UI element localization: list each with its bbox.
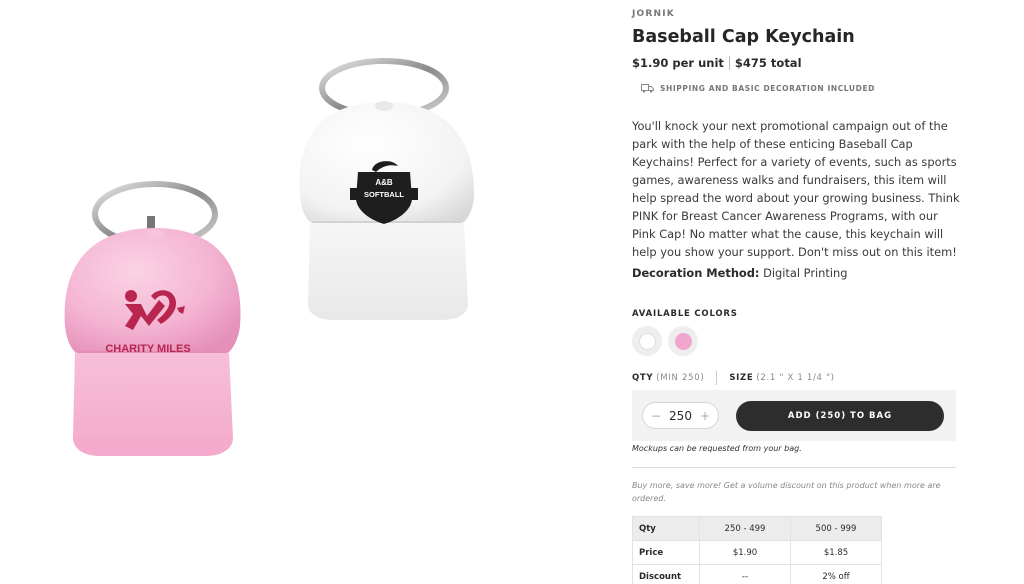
- shipping-note-text: SHIPPING AND BASIC DECORATION INCLUDED: [660, 84, 875, 93]
- qty-min: (MIN 250): [656, 373, 705, 383]
- white-cap-print-top: A&B: [375, 178, 393, 187]
- brand-name: JORNIK: [632, 9, 675, 19]
- color-swatch-pink[interactable]: [668, 326, 698, 356]
- table-row: Price $1.90 $1.85: [632, 540, 882, 565]
- qty-size-row: QTY (MIN 250) SIZE (2.1 " X 1 1/4 "): [632, 371, 835, 385]
- table-cell: Qty: [632, 516, 700, 541]
- table-cell: 500 - 999: [790, 516, 882, 541]
- qty-increment-button[interactable]: +: [700, 409, 710, 423]
- product-gallery: CHARITY MILES A&B SOFTBALL: [0, 0, 610, 584]
- table-cell: $1.90: [699, 540, 791, 565]
- decoration-method: Decoration Method: Digital Printing: [632, 266, 847, 280]
- unit-price: $1.90 per unit: [632, 56, 724, 70]
- qty-size-divider: [716, 371, 718, 385]
- divider: [632, 467, 956, 468]
- product-title: Baseball Cap Keychain: [632, 27, 855, 47]
- white-cap-keychain-image: A&B SOFTBALL: [299, 58, 474, 320]
- buy-box: − 250 + ADD (250) TO BAG: [632, 390, 956, 441]
- total-price: $475 total: [734, 56, 802, 70]
- qty-decrement-button[interactable]: −: [651, 409, 661, 423]
- price-divider: [728, 56, 730, 70]
- table-cell: 2% off: [790, 564, 882, 584]
- table-row: Qty 250 - 499 500 - 999: [632, 516, 882, 541]
- volume-price-table: Qty 250 - 499 500 - 999 Price $1.90 $1.8…: [632, 516, 882, 584]
- pink-cap-print-text: CHARITY MILES: [105, 343, 190, 355]
- table-cell: Price: [632, 540, 700, 565]
- qty-label: QTY: [632, 373, 654, 383]
- truck-icon: [641, 84, 654, 93]
- add-to-bag-button[interactable]: ADD (250) TO BAG: [736, 401, 944, 431]
- table-cell: --: [699, 564, 791, 584]
- pink-cap-keychain-image: CHARITY MILES: [64, 181, 241, 456]
- white-cap-print-text: SOFTBALL: [364, 190, 404, 199]
- size-label: SIZE: [729, 373, 754, 383]
- product-description: You'll knock your next promotional campa…: [632, 119, 960, 259]
- qty-value[interactable]: 250: [669, 409, 692, 423]
- quantity-stepper: − 250 +: [642, 402, 719, 429]
- price-row: $1.90 per unit $475 total: [632, 56, 802, 70]
- swatch-fill: [638, 332, 656, 350]
- available-colors-label: AVAILABLE COLORS: [632, 309, 738, 319]
- table-cell: Discount: [632, 564, 700, 584]
- volume-discount-note: Buy more, save more! Get a volume discou…: [632, 481, 941, 503]
- shipping-note: SHIPPING AND BASIC DECORATION INCLUDED: [641, 84, 875, 93]
- table-cell: $1.85: [790, 540, 882, 565]
- table-cell: 250 - 499: [699, 516, 791, 541]
- decoration-method-label: Decoration Method:: [632, 266, 760, 280]
- decoration-method-value: Digital Printing: [763, 266, 848, 280]
- size-value: (2.1 " X 1 1/4 "): [756, 373, 835, 383]
- color-swatch-white[interactable]: [632, 326, 662, 356]
- mockup-note: Mockups can be requested from your bag.: [632, 444, 802, 453]
- swatch-fill: [674, 332, 692, 350]
- table-row: Discount -- 2% off: [632, 564, 882, 584]
